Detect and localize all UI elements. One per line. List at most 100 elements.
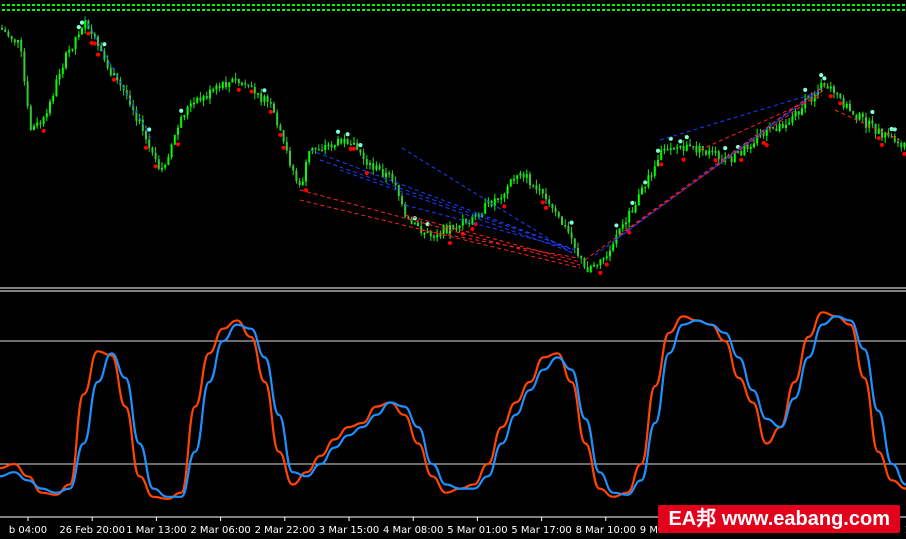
top-dot	[852, 9, 855, 11]
candle-body	[468, 222, 471, 225]
candle-body	[308, 151, 311, 163]
candle-body	[458, 225, 461, 229]
signal-marker	[902, 151, 906, 157]
top-dot	[302, 9, 305, 11]
candle-body	[852, 111, 855, 115]
top-dot	[7, 4, 10, 6]
stoch-panel	[0, 311, 906, 501]
top-dot	[752, 9, 755, 11]
top-dot	[487, 9, 490, 11]
candle-body	[535, 185, 538, 190]
top-dot	[772, 9, 775, 11]
top-dot	[467, 9, 470, 11]
candle-body	[212, 89, 215, 92]
top-dot	[437, 4, 440, 6]
top-dot	[327, 4, 330, 6]
candle-body	[548, 199, 551, 204]
top-dot	[817, 4, 820, 6]
top-dot	[22, 4, 25, 6]
candle-body	[247, 84, 250, 86]
top-dot	[562, 4, 565, 6]
signal-marker	[175, 142, 181, 147]
candle-body	[717, 151, 720, 160]
top-dot	[807, 4, 810, 6]
top-dot	[442, 9, 445, 11]
candle-body	[285, 141, 288, 151]
top-dot	[587, 9, 590, 11]
candle-body	[301, 181, 304, 185]
top-dot	[867, 4, 870, 6]
top-dot	[622, 9, 625, 11]
top-dot	[502, 4, 505, 6]
candle-body	[279, 125, 282, 131]
candle-body	[417, 222, 419, 227]
top-dot	[822, 9, 825, 11]
candle-body	[202, 95, 205, 101]
top-dot	[252, 4, 255, 6]
top-dot	[902, 4, 905, 6]
signal-marker	[681, 157, 686, 162]
candle-body	[180, 117, 183, 128]
candle-body	[628, 210, 631, 223]
top-dot	[532, 9, 535, 11]
top-dot	[392, 4, 395, 6]
candle-body	[173, 134, 176, 145]
signal-marker	[364, 170, 369, 176]
candle-body	[842, 98, 845, 108]
top-dot	[792, 9, 795, 11]
candle-body	[20, 40, 23, 52]
candle-body	[625, 222, 627, 225]
top-dot	[482, 4, 485, 6]
top-dot	[312, 4, 315, 6]
top-dot	[842, 4, 845, 6]
top-dot	[542, 9, 545, 11]
top-dot	[12, 4, 15, 6]
candle-body	[23, 51, 26, 82]
top-dot	[192, 9, 195, 11]
signal-marker	[569, 220, 574, 225]
trend-line-red	[699, 94, 823, 151]
candle-body	[833, 86, 835, 93]
candle-body	[698, 145, 701, 153]
candle-body	[593, 264, 595, 267]
candle-body	[711, 150, 714, 153]
candle-body	[113, 73, 115, 76]
signal-marker	[822, 76, 827, 81]
candle-body	[903, 142, 906, 148]
candle-body	[337, 138, 339, 146]
candle-body	[564, 224, 567, 227]
candle-body	[225, 81, 227, 88]
top-dot	[202, 4, 205, 6]
top-dot	[632, 9, 635, 11]
top-dot	[277, 4, 280, 6]
top-dot	[552, 9, 555, 11]
top-dot	[662, 4, 665, 6]
top-dot	[862, 9, 865, 11]
top-dot	[297, 4, 300, 6]
candle-body	[861, 113, 864, 118]
top-dot	[642, 4, 645, 6]
candle-body	[7, 31, 10, 37]
signal-marker	[143, 145, 149, 150]
top-dot	[367, 4, 370, 6]
top-dot	[432, 9, 435, 11]
top-dot	[872, 9, 875, 11]
top-dot	[142, 9, 145, 11]
candle-body	[650, 175, 653, 177]
signal-marker	[870, 109, 875, 115]
candle-body	[359, 149, 362, 153]
top-dot	[812, 4, 815, 6]
top-dot	[262, 4, 265, 6]
top-dot	[342, 9, 345, 11]
x-tick-label: 26 Feb 20:00	[59, 525, 125, 536]
top-dot	[67, 4, 70, 6]
top-dot	[152, 4, 155, 6]
top-dot	[787, 4, 790, 6]
x-tick-label: 1 Mar 13:00	[126, 525, 186, 536]
signal-marker	[678, 139, 683, 144]
candle-body	[340, 138, 343, 144]
candle-body	[500, 197, 503, 200]
top-dot	[727, 4, 730, 6]
top-dot	[517, 4, 520, 6]
panel-separator	[0, 287, 906, 292]
